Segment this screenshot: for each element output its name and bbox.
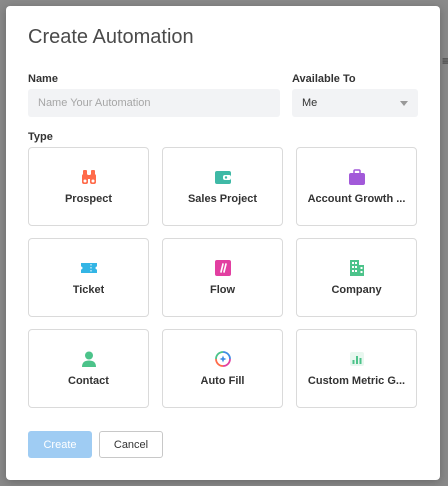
type-card-label: Flow <box>209 284 236 296</box>
type-card-label: Contact <box>68 375 109 387</box>
type-card-label: Custom Metric G... <box>307 375 406 387</box>
available-to-value: Me <box>302 97 318 109</box>
type-card-ticket[interactable]: Ticket <box>28 238 149 317</box>
type-card-label: Company <box>331 284 382 296</box>
binoculars-icon <box>81 170 96 184</box>
type-card-contact[interactable]: Contact <box>28 329 149 408</box>
type-card-account-growth[interactable]: Account Growth ... <box>296 147 417 226</box>
type-card-label: Account Growth ... <box>307 193 406 205</box>
type-card-label: Ticket <box>72 284 105 296</box>
bar-chart-icon <box>349 352 364 366</box>
available-to-label: Available To <box>292 73 356 85</box>
type-card-auto-fill[interactable]: Auto Fill <box>162 329 283 408</box>
autofill-icon <box>214 351 231 367</box>
type-card-custom-metric[interactable]: Custom Metric G... <box>296 329 417 408</box>
automation-name-input[interactable] <box>28 89 280 117</box>
type-card-prospect[interactable]: Prospect <box>28 147 149 226</box>
type-card-label: Prospect <box>64 193 113 205</box>
type-card-label: Sales Project <box>187 193 258 205</box>
available-to-select[interactable]: Me <box>292 89 418 117</box>
briefcase-icon <box>348 169 365 185</box>
name-label: Name <box>28 73 58 85</box>
person-icon <box>81 351 96 367</box>
chevron-down-icon <box>400 100 408 106</box>
type-card-flow[interactable]: Flow <box>162 238 283 317</box>
ticket-icon <box>80 263 97 273</box>
modal-title: Create Automation <box>28 26 194 48</box>
background-menu-icon: ≡ <box>442 54 448 68</box>
type-card-company[interactable]: Company <box>296 238 417 317</box>
create-button[interactable]: Create <box>28 431 92 458</box>
building-icon <box>349 260 364 276</box>
type-label: Type <box>28 131 53 143</box>
type-card-label: Auto Fill <box>200 375 245 387</box>
type-grid: Prospect Sales Project Account Growth ..… <box>28 147 417 408</box>
flow-icon <box>214 260 231 276</box>
wallet-icon <box>214 171 231 184</box>
cancel-button[interactable]: Cancel <box>99 431 163 458</box>
create-automation-modal: Create Automation Name Available To Me T… <box>6 6 440 480</box>
type-card-sales-project[interactable]: Sales Project <box>162 147 283 226</box>
